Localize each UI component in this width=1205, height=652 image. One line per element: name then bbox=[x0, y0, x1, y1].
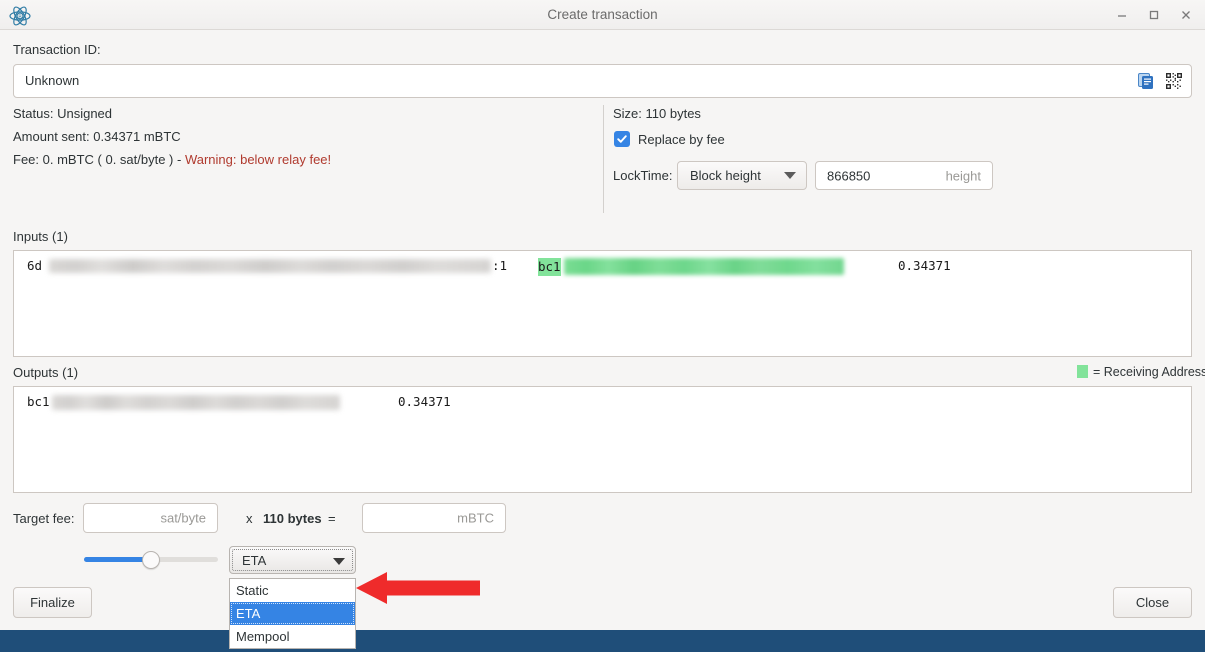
status-text: Status: Unsigned bbox=[13, 106, 113, 121]
fee-summary-text: Fee: 0. mBTC ( 0. sat/byte ) - Warning: … bbox=[13, 152, 331, 167]
section-divider bbox=[603, 105, 604, 213]
fee-summary-prefix: Fee: 0. mBTC ( 0. sat/byte ) - bbox=[13, 152, 185, 167]
locktime-value-input[interactable]: 866850 height bbox=[815, 161, 993, 190]
table-row[interactable]: bc1 0.34371 bbox=[18, 394, 1187, 414]
locktime-placeholder: height bbox=[945, 168, 981, 183]
fee-method-value: ETA bbox=[242, 553, 267, 568]
close-button-label: Close bbox=[1135, 595, 1170, 610]
fee-method-select[interactable]: ETA bbox=[229, 546, 356, 574]
qr-code-icon[interactable] bbox=[1163, 70, 1185, 92]
outputs-panel[interactable]: bc1 0.34371 bbox=[13, 386, 1192, 493]
locktime-type-value: Block height bbox=[690, 168, 761, 183]
create-transaction-window: B Create transaction Transaction ID: Unk… bbox=[0, 0, 1205, 652]
close-button[interactable] bbox=[1173, 2, 1199, 28]
outputs-heading: Outputs (1) bbox=[13, 365, 79, 380]
fee-method-dropdown[interactable]: Static ETA Mempool bbox=[229, 578, 356, 649]
dropdown-option-eta[interactable]: ETA bbox=[230, 602, 355, 625]
minimize-button[interactable] bbox=[1109, 2, 1135, 28]
locktime-type-select[interactable]: Block height bbox=[677, 161, 807, 190]
output-address-redacted bbox=[52, 395, 340, 410]
fee-total-input[interactable]: mBTC bbox=[362, 503, 506, 533]
target-fee-label: Target fee: bbox=[13, 511, 75, 526]
maximize-button[interactable] bbox=[1141, 2, 1167, 28]
equals-symbol: = bbox=[328, 511, 336, 526]
input-address-redacted bbox=[564, 258, 844, 275]
inputs-panel[interactable]: 6d :1 bc1 0.34371 bbox=[13, 250, 1192, 357]
input-amount: 0.34371 bbox=[898, 258, 951, 273]
transaction-id-actions bbox=[1135, 70, 1185, 92]
input-txid-redacted bbox=[49, 259, 491, 273]
output-amount: 0.34371 bbox=[398, 394, 451, 409]
tx-size-bytes: 110 bytes bbox=[263, 511, 322, 526]
replace-by-fee-label: Replace by fee bbox=[638, 132, 725, 147]
input-address-prefix: bc1 bbox=[538, 258, 561, 276]
fee-slider-fill bbox=[84, 557, 151, 562]
transaction-id-field[interactable]: Unknown bbox=[13, 64, 1192, 98]
transaction-id-value: Unknown bbox=[25, 73, 80, 88]
locktime-label: LockTime: bbox=[613, 168, 673, 183]
close-action-button[interactable]: Close bbox=[1113, 587, 1192, 618]
fee-rate-placeholder: sat/byte bbox=[160, 510, 206, 526]
multiply-symbol: x bbox=[246, 511, 253, 526]
fee-warning-text: Warning: below relay fee! bbox=[184, 152, 332, 167]
window-controls bbox=[1109, 0, 1199, 30]
chevron-down-icon bbox=[784, 172, 796, 179]
fee-slider-handle[interactable] bbox=[142, 551, 160, 569]
locktime-value: 866850 bbox=[827, 168, 871, 183]
title-bar: B Create transaction bbox=[0, 0, 1205, 30]
desktop-taskbar bbox=[0, 630, 1205, 652]
inputs-heading: Inputs (1) bbox=[13, 229, 68, 244]
size-text: Size: 110 bytes bbox=[613, 106, 701, 121]
table-row[interactable]: 6d :1 bc1 0.34371 bbox=[18, 258, 1187, 278]
replace-by-fee-checkbox[interactable] bbox=[614, 131, 630, 147]
annotation-arrow-icon bbox=[356, 571, 480, 605]
copy-icon[interactable] bbox=[1135, 70, 1157, 92]
amount-sent-text: Amount sent: 0.34371 mBTC bbox=[13, 129, 181, 144]
input-output-index: :1 bbox=[492, 258, 508, 273]
output-address-prefix: bc1 bbox=[27, 394, 50, 409]
input-txid-prefix: 6d bbox=[27, 258, 43, 273]
finalize-button[interactable]: Finalize bbox=[13, 587, 92, 618]
transaction-id-label: Transaction ID: bbox=[13, 42, 101, 57]
finalize-button-label: Finalize bbox=[30, 595, 75, 610]
dropdown-option-mempool[interactable]: Mempool bbox=[230, 625, 355, 648]
receiving-address-legend-swatch bbox=[1077, 365, 1088, 378]
receiving-address-legend-label: = Receiving Address bbox=[1093, 365, 1205, 379]
window-title: Create transaction bbox=[547, 7, 658, 22]
dropdown-option-static[interactable]: Static bbox=[230, 579, 355, 602]
fee-total-placeholder: mBTC bbox=[457, 510, 494, 526]
chevron-down-icon bbox=[333, 558, 345, 565]
fee-rate-input[interactable]: sat/byte bbox=[83, 503, 218, 533]
